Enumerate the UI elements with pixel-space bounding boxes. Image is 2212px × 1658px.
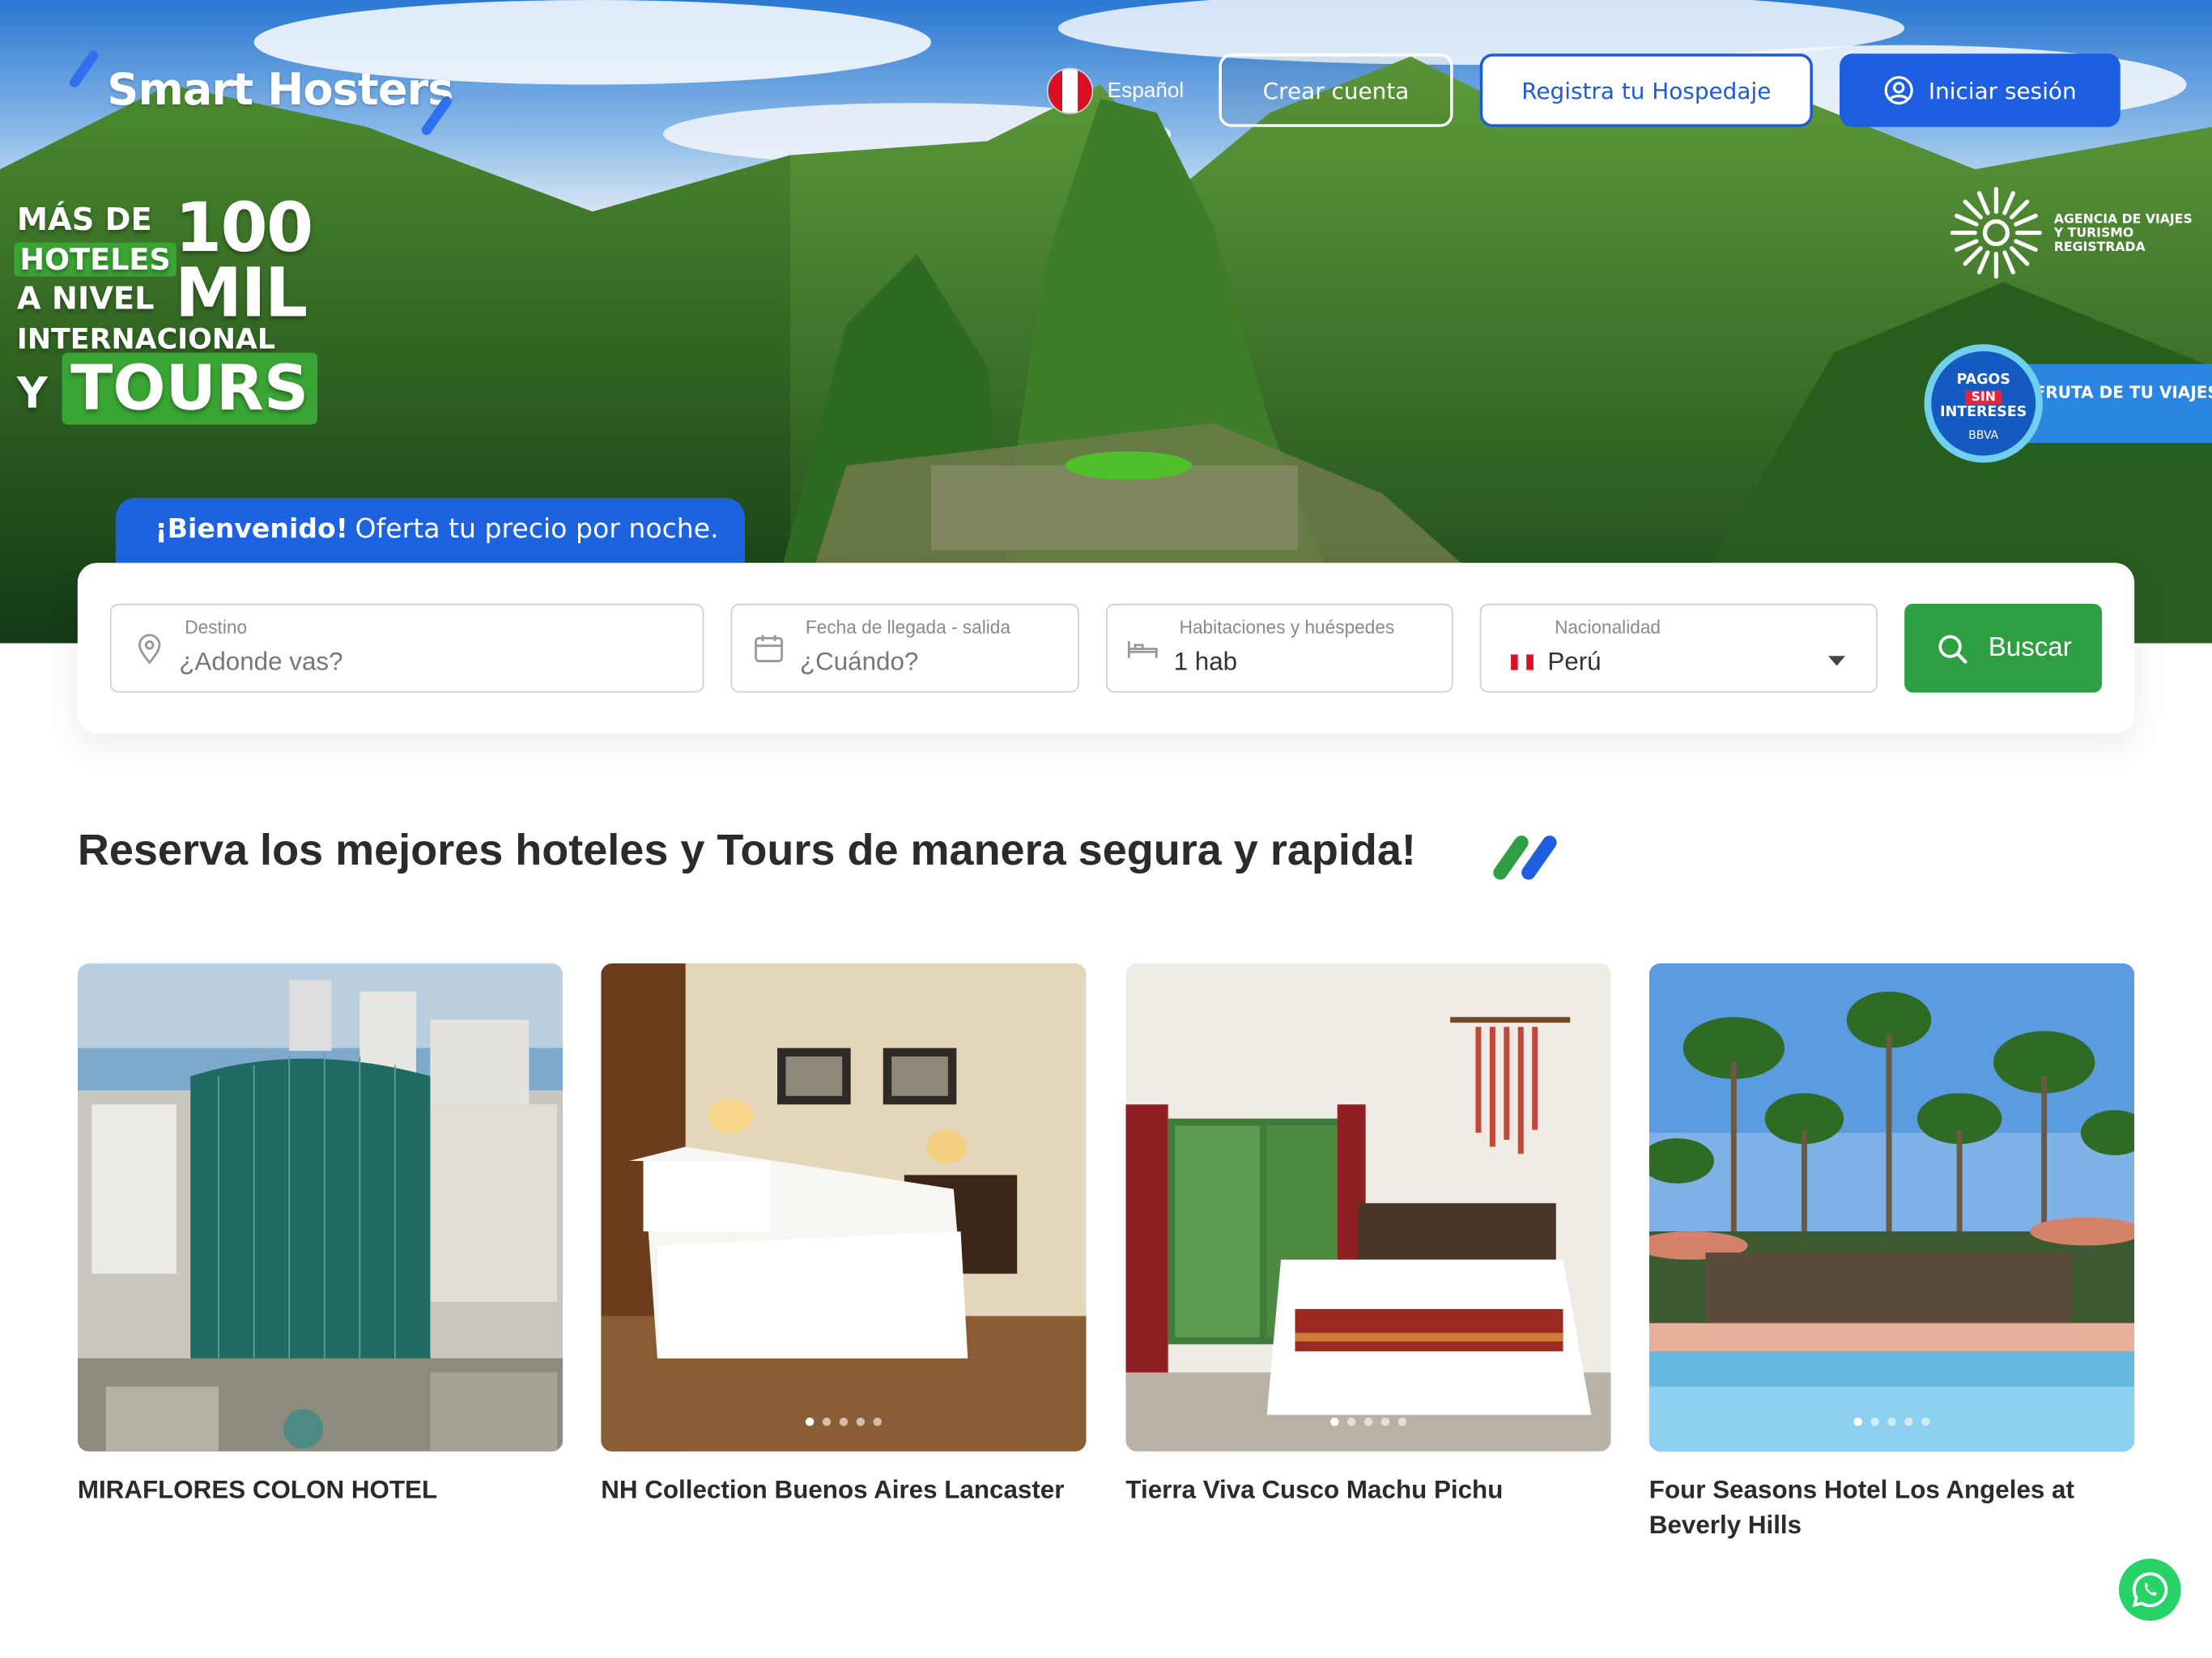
section-title: Reserva los mejores hoteles y Tours de m… [77,825,1416,875]
search-button-label: Buscar [1988,632,2072,663]
bbva-promo-badge[interactable]: DISFRUTA DE TU VIAJES SIN LÍMITE PAGOS S… [1924,344,2212,463]
bbva-circle: PAGOS SIN INTERESES BBVA [1924,344,2043,463]
agency-badge-text: AGENCIA DE VIAJES Y TURISMO REGISTRADA [2053,213,2193,256]
carousel-dot[interactable] [1904,1418,1913,1426]
welcome-tab: ¡Bienvenido! Oferta tu precio por noche. [115,498,745,569]
carousel-dot[interactable] [1870,1418,1879,1426]
nationality-value: Perú [1547,647,1602,676]
search-icon [1939,634,1968,663]
destination-placeholder: ¿Adonde vas? [179,647,343,676]
date-field[interactable]: Fecha de llegada - salida ¿Cuándo? [730,603,1079,693]
nationality-select[interactable]: Nacionalidad Perú [1479,603,1878,693]
bbva-line: PAGOS [1956,372,2010,389]
carousel-dot[interactable] [1330,1418,1339,1426]
hotel-photo-nh-collection [601,963,1087,1452]
carousel-dot[interactable] [1363,1418,1373,1426]
chevron-down-icon [1828,656,1845,666]
carousel-dot[interactable] [1887,1418,1896,1426]
hotel-card[interactable]: Tierra Viva Cusco Machu Pichu [1125,963,1611,1508]
carousel-dot[interactable] [1853,1418,1862,1426]
carousel-dot[interactable] [1346,1418,1356,1426]
image-carousel-dots[interactable] [601,1418,1086,1426]
hotel-photo-tierra-viva [1125,963,1611,1452]
welcome-bold: ¡Bienvenido! [155,513,348,545]
carousel-dot[interactable] [1397,1418,1407,1426]
create-account-button[interactable]: Crear cuenta [1219,53,1453,127]
peru-flag-icon [1046,66,1094,114]
bbva-line: SIN [1965,390,2002,406]
user-circle-icon [1884,75,1913,105]
rooms-guests-field[interactable]: Habitaciones y huéspedes 1 hab [1106,603,1453,693]
hotel-photo-four-seasons [1648,963,2135,1452]
hotel-image[interactable] [601,963,1087,1452]
promo-line: HOTELES [14,242,177,277]
register-lodging-button[interactable]: Registra tu Hospedaje [1479,53,1813,127]
image-carousel-dots[interactable] [1649,1418,2134,1426]
calendar-icon [755,635,784,662]
logo-text: Smart Hosters [107,65,453,116]
language-selector[interactable]: Español [1046,66,1185,114]
hotel-card[interactable]: NH Collection Buenos Aires Lancaster [601,963,1087,1508]
double-slash-icon [1490,832,1563,883]
carousel-dot[interactable] [822,1418,832,1426]
hero-banner: Smart Hosters Español Crear cuenta Regis… [0,0,2212,644]
promo-unit: MIL [175,253,308,334]
promo-line: MÁS DE [16,202,152,239]
bbva-brand: BBVA [1968,428,1999,442]
hotel-name[interactable]: Tierra Viva Cusco Machu Pichu [1125,1473,1610,1508]
date-placeholder: ¿Cuándo? [799,647,919,676]
location-pin-icon [138,634,161,665]
language-label: Español [1107,78,1185,103]
promo-tours: TOURS [62,352,317,425]
whatsapp-icon [2132,1572,2168,1608]
promo-line: A NIVEL [16,282,155,318]
image-carousel-dots[interactable] [1125,1418,1610,1426]
welcome-text: Oferta tu precio por noche. [355,513,719,545]
bbva-line: INTERESES [1940,405,2027,421]
site-logo[interactable]: Smart Hosters [67,48,460,138]
hotel-card[interactable]: Four Seasons Hotel Los Angeles at Beverl… [1648,963,2135,1543]
bed-icon [1127,641,1158,658]
promo-y: Y [16,369,48,419]
carousel-dot[interactable] [839,1418,849,1426]
carousel-dot[interactable] [873,1418,882,1426]
rooms-guests-label: Habitaciones y huéspedes [1179,616,1395,638]
hotel-image[interactable] [77,963,564,1452]
carousel-dot[interactable] [805,1418,815,1426]
rooms-guests-value: 1 hab [1173,647,1238,676]
carousel-dot[interactable] [856,1418,866,1426]
page: Smart Hosters Español Crear cuenta Regis… [0,0,2212,1658]
hotel-photo-miraflores [77,963,564,1452]
peru-flag-icon [1511,654,1534,670]
hotel-name[interactable]: Four Seasons Hotel Los Angeles at Beverl… [1649,1473,2134,1543]
nationality-label: Nacionalidad [1555,616,1661,638]
sunburst-icon [1950,186,2043,279]
hotel-name[interactable]: NH Collection Buenos Aires Lancaster [601,1473,1086,1508]
hotel-name[interactable]: MIRAFLORES COLON HOTEL [78,1473,563,1508]
carousel-dot[interactable] [1380,1418,1390,1426]
whatsapp-button[interactable] [2119,1558,2181,1621]
destination-field[interactable]: Destino ¿Adonde vas? [109,603,704,693]
hotel-image[interactable] [1648,963,2135,1452]
search-form: Destino ¿Adonde vas? Fecha de llegada - … [77,563,2135,734]
login-label: Iniciar sesión [1928,76,2077,104]
hotel-card[interactable]: MIRAFLORES COLON HOTEL [77,963,564,1508]
destination-label: Destino [185,616,248,638]
login-button[interactable]: Iniciar sesión [1840,53,2121,127]
date-label: Fecha de llegada - salida [805,616,1010,638]
carousel-dot[interactable] [1921,1418,1930,1426]
search-button[interactable]: Buscar [1904,603,2103,693]
hotel-image[interactable] [1125,963,1611,1452]
registered-agency-badge: AGENCIA DE VIAJES Y TURISMO REGISTRADA [1946,184,2201,283]
